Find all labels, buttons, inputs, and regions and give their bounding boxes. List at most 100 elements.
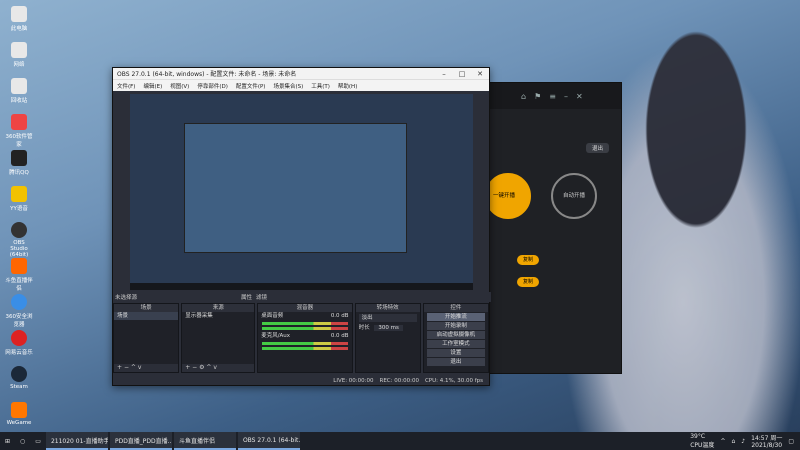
mixer-dock: 混音器 桌面音频 0.0 dB 麦克风/Aux 0.0 dB xyxy=(257,303,353,373)
network-icon[interactable]: ⌂ xyxy=(731,438,735,445)
copy-button-2[interactable]: 复制 xyxy=(517,277,539,287)
cpu-fps: CPU: 4.1%, 30.00 fps xyxy=(424,377,483,384)
clock[interactable]: 14:57 周一 2021/8/30 xyxy=(751,433,782,449)
copy-button-1[interactable]: 复制 xyxy=(517,255,539,265)
auto-live-label: 自动开播 xyxy=(562,193,585,199)
steam-icon xyxy=(11,366,27,382)
duration-input[interactable]: 300 ms xyxy=(374,325,403,331)
virtual-camera-button[interactable]: 启动虚拟摄像机 xyxy=(426,331,485,339)
exit-button[interactable]: 退出 xyxy=(585,143,609,153)
taskbar-item[interactable]: OBS 27.0.1 (64-bit... xyxy=(237,432,300,450)
desktop-icon[interactable]: 腾讯QQ xyxy=(4,150,34,184)
controls-header: 控件 xyxy=(423,304,488,312)
volume-icon[interactable]: ♪ xyxy=(741,438,745,445)
maximize-icon[interactable]: □ xyxy=(453,70,471,78)
menu-view[interactable]: 视图(V) xyxy=(170,82,189,90)
assistant-toolbar: ⌂ ⚑ ≡ – ✕ xyxy=(489,83,621,109)
start-button[interactable]: ⊞ xyxy=(0,432,15,450)
360-manager-icon xyxy=(11,114,27,130)
desktop-icon[interactable]: 斗鱼直播伴侣 xyxy=(4,258,34,292)
menu-scene-collection[interactable]: 场景集合(S) xyxy=(273,82,303,90)
desktop-icon[interactable]: 网络 xyxy=(4,42,34,76)
desktop-icon[interactable]: Steam xyxy=(4,366,34,400)
studio-mode-button[interactable]: 工作室模式 xyxy=(426,340,485,348)
streaming-assistant-window[interactable]: ⌂ ⚑ ≡ – ✕ 退出 一键开播 自动开播 复制 复制 xyxy=(485,82,622,374)
menu-icon[interactable]: ≡ xyxy=(549,92,556,101)
filters-button[interactable]: 滤镜 xyxy=(256,293,267,301)
down-icon[interactable]: v xyxy=(213,364,217,371)
search-icon[interactable]: ○ xyxy=(15,432,30,450)
minimize-icon[interactable]: – xyxy=(435,70,453,78)
settings-button[interactable]: 设置 xyxy=(426,349,485,357)
recursive-preview xyxy=(184,123,407,253)
task-view-icon[interactable]: ▭ xyxy=(30,432,46,450)
cpu-temp: 39°C CPU温度 xyxy=(690,433,715,449)
obs-statusbar: LIVE: 00:00:00 REC: 00:00:00 CPU: 4.1%, … xyxy=(113,376,489,385)
track-mic: 麦克风/Aux 0.0 dB xyxy=(261,333,349,339)
desktop-icon[interactable]: 360安全浏览器 xyxy=(4,294,34,328)
sources-dock: 来源 显示器采集 + − ⚙ ^ v xyxy=(181,303,256,373)
tray-arrow-icon[interactable]: ^ xyxy=(720,438,725,445)
remove-icon[interactable]: − xyxy=(124,364,129,371)
sources-header: 来源 xyxy=(182,304,255,312)
transitions-dock: 转场特效 淡出 时长 300 ms xyxy=(354,303,421,373)
source-item[interactable]: 显示器采集 xyxy=(182,312,254,320)
one-key-live-label: 一键开播 xyxy=(492,193,515,199)
obs-preview[interactable] xyxy=(130,94,473,290)
qq-icon xyxy=(11,150,27,166)
add-icon[interactable]: + xyxy=(117,364,122,371)
notification-icon[interactable]: ▢ xyxy=(788,438,794,445)
minimize-icon[interactable]: – xyxy=(564,92,568,101)
menu-edit[interactable]: 编辑(E) xyxy=(143,82,162,90)
gear-icon[interactable]: ⚙ xyxy=(199,364,204,371)
start-recording-button[interactable]: 开始录制 xyxy=(426,322,485,330)
desktop-icon[interactable]: 360软件管家 xyxy=(4,114,34,148)
audio-meter xyxy=(262,322,348,325)
scene-item[interactable]: 场景 xyxy=(114,312,179,320)
shirt-icon[interactable]: ⌂ xyxy=(521,92,526,101)
menu-profile[interactable]: 配置文件(P) xyxy=(236,82,266,90)
audio-meter xyxy=(262,342,348,345)
menu-help[interactable]: 帮助(H) xyxy=(338,82,357,90)
up-icon[interactable]: ^ xyxy=(131,364,136,371)
close-icon[interactable]: ✕ xyxy=(576,92,583,101)
taskbar-item[interactable]: 斗鱼直播伴侣 xyxy=(173,432,236,450)
transition-select[interactable]: 淡出 xyxy=(358,314,417,322)
desktop-icon[interactable]: 回收站 xyxy=(4,78,34,112)
desktop-icons: 此电脑 网络 回收站 360软件管家 腾讯QQ YY语音 OBS Studio … xyxy=(4,4,34,438)
properties-button[interactable]: 属性 xyxy=(241,293,252,301)
mixer-header: 混音器 xyxy=(258,304,352,312)
menu-file[interactable]: 文件(F) xyxy=(117,82,135,90)
exit-button[interactable]: 退出 xyxy=(426,358,485,366)
taskbar-item[interactable]: PDD直播_PDD直播... xyxy=(109,432,172,450)
menu-tools[interactable]: 工具(T) xyxy=(311,82,330,90)
add-icon[interactable]: + xyxy=(185,364,190,371)
volume-slider[interactable] xyxy=(262,327,348,330)
close-icon[interactable]: ✕ xyxy=(471,70,489,78)
obs-window[interactable]: OBS 27.0.1 (64-bit, windows) - 配置文件: 未命名… xyxy=(112,67,491,386)
desktop-icon[interactable]: YY语音 xyxy=(4,186,34,220)
flag-icon[interactable]: ⚑ xyxy=(534,92,541,101)
start-streaming-button[interactable]: 开始推流 xyxy=(426,313,485,321)
360-browser-icon xyxy=(11,294,27,310)
menu-docks[interactable]: 停靠部件(D) xyxy=(197,82,228,90)
taskbar-item[interactable]: 211020 01-直播助手 xyxy=(45,432,108,450)
network-icon xyxy=(11,42,27,58)
live-time: LIVE: 00:00:00 xyxy=(333,377,374,384)
desktop-icon[interactable]: OBS Studio (64bit) xyxy=(4,222,34,258)
scenes-dock: 场景 场景 + − ^ v xyxy=(113,303,180,373)
obs-title: OBS 27.0.1 (64-bit, windows) - 配置文件: 未命名… xyxy=(117,71,297,78)
scenes-footer: + − ^ v xyxy=(114,364,179,372)
desktop-icon[interactable]: WeGame xyxy=(4,402,34,436)
remove-icon[interactable]: − xyxy=(192,364,197,371)
pc-icon xyxy=(11,6,27,22)
desktop-icon[interactable]: 此电脑 xyxy=(4,6,34,40)
desktop-icon[interactable]: 网易云音乐 xyxy=(4,330,34,364)
obs-docks: 场景 场景 + − ^ v 来源 显示器采集 + − ⚙ ^ v 混音器 桌面音… xyxy=(113,303,489,373)
wegame-icon xyxy=(11,402,27,418)
volume-slider[interactable] xyxy=(262,347,348,350)
up-icon[interactable]: ^ xyxy=(206,364,211,371)
down-icon[interactable]: v xyxy=(138,364,142,371)
scenes-header: 场景 xyxy=(114,304,179,312)
system-tray: 39°C CPU温度 ^ ⌂ ♪ 14:57 周一 2021/8/30 ▢ xyxy=(690,433,800,449)
